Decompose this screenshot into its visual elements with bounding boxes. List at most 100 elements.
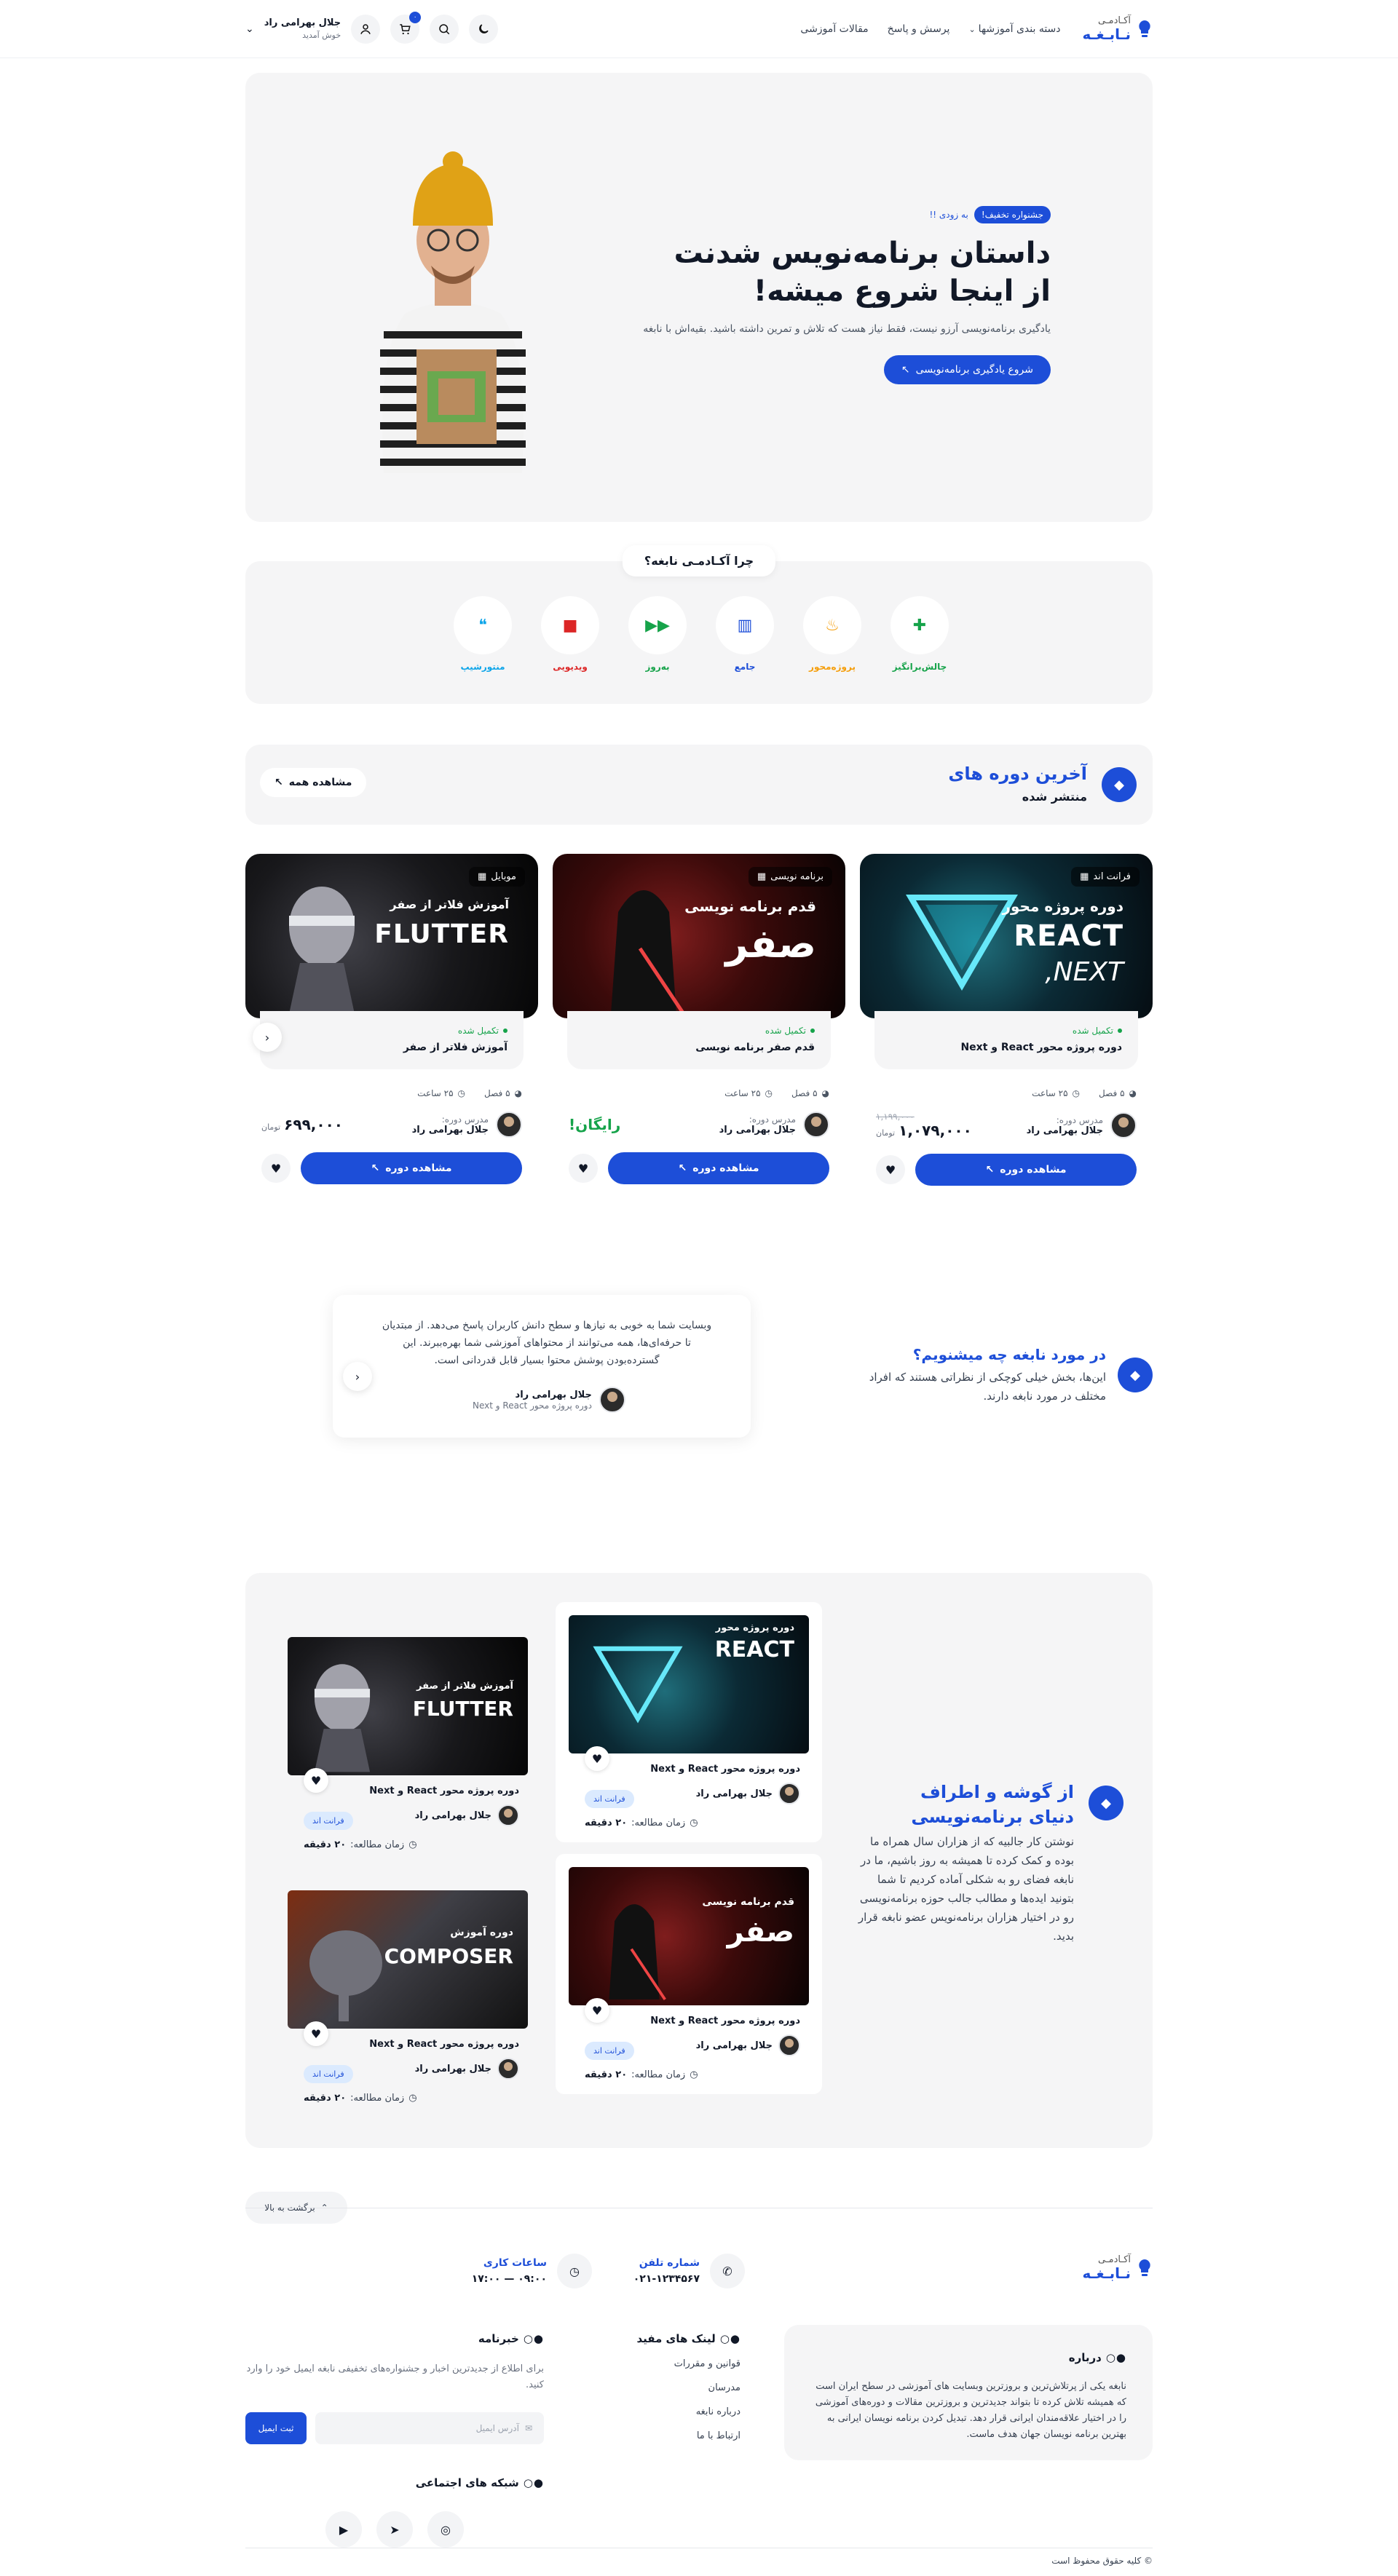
course-category-tag: موبایل ▦ [468, 867, 525, 887]
carousel-next-button[interactable]: ‹ [253, 1023, 282, 1052]
main-nav: دسته بندی آموزشها⌄ پرسش و پاسخ مقالات آم… [498, 23, 1060, 35]
search-button[interactable] [430, 15, 459, 44]
article-card[interactable]: دوره پروژه محور REACT ♥ دوره پروژه محور … [556, 1602, 822, 1842]
testimonial-next-button[interactable]: ‹ [343, 1362, 372, 1391]
heart-icon[interactable]: ♥ [261, 1154, 291, 1183]
graduation-cap-icon: ◆ [1118, 1358, 1153, 1392]
arrow-up-left-icon: ↖ [371, 1162, 380, 1174]
article-card[interactable]: دوره آموزش COMPOSER ♥ دوره پروژه محور Re… [275, 1877, 541, 2117]
footer-link[interactable]: مدرسان [558, 2382, 741, 2393]
latest-subtitle: منتشر شده [1022, 790, 1087, 804]
coming-soon-label: به زودی !! [929, 210, 968, 220]
article-category[interactable]: فرانت اند [585, 1790, 634, 1808]
feature-mentorship: ❝ منتورشیپ [454, 596, 512, 672]
view-course-button[interactable]: مشاهده دوره ↖ [915, 1154, 1137, 1186]
grid-icon: ▦ [757, 871, 767, 882]
grid-icon: ▦ [1080, 871, 1089, 882]
course-image: فرانت اند ▦ دوره پروژه محور REACT NEXT, [860, 854, 1153, 1018]
heart-icon[interactable]: ♥ [569, 1154, 598, 1183]
phone-icon: ✆ [710, 2254, 745, 2288]
status-badge: تکمیل شده [276, 1026, 508, 1036]
avatar [803, 1111, 829, 1138]
article-author: جلال بهرامی راد [414, 1810, 491, 1821]
phone-contact[interactable]: ✆ شماره تلفن ۰۲۱-۱۲۳۴۵۶۷ [633, 2254, 745, 2288]
profile-button[interactable] [351, 15, 381, 44]
clock-icon: ◷ [457, 1088, 466, 1098]
course-card[interactable]: فرانت اند ▦ دوره پروژه محور REACT NEXT, ت… [860, 854, 1153, 1186]
see-all-button[interactable]: مشاهده همه ↖ [260, 768, 367, 797]
youtube-icon[interactable]: ▶ [325, 2511, 362, 2548]
duration: ◷ ۲۵ ساعت [417, 1088, 466, 1098]
article-author: جلال بهرامی راد [695, 1788, 773, 1799]
footer-link[interactable]: ارتباط با ما [558, 2430, 741, 2441]
article-title[interactable]: دوره پروژه محور React و Next [369, 1786, 519, 1796]
logo-line2: نـابـغـه [1082, 25, 1131, 44]
article-card[interactable]: آموزش فلاتر از صفر FLUTTER ♥ دوره پروژه … [275, 1624, 541, 1864]
instagram-icon[interactable]: ◎ [427, 2511, 464, 2548]
next-logo-text: NEXT, [1045, 957, 1123, 987]
logo[interactable]: آکـادمـی نـابـغـه [1082, 15, 1153, 44]
view-course-button[interactable]: مشاهده دوره ↖ [608, 1152, 829, 1184]
hero-person-illustration [380, 151, 526, 473]
avatar [497, 1804, 519, 1826]
cart-button[interactable]: ۰ [390, 12, 422, 44]
subscribe-button[interactable]: ثبت ایمیل [245, 2412, 307, 2444]
nav-articles[interactable]: مقالات آموزشی [800, 23, 868, 35]
course-title[interactable]: دوره پروژه محور React و Next [890, 1042, 1122, 1053]
course-title[interactable]: آموزش فلاتر از صفر [276, 1042, 508, 1053]
robot-head-graphic [289, 887, 355, 1014]
telegram-icon[interactable]: ➤ [376, 2511, 413, 2548]
teacher-name: جلال بهرامی راد [411, 1124, 489, 1136]
article-title[interactable]: دوره پروژه محور React و Next [369, 2039, 519, 2050]
view-course-button[interactable]: مشاهده دوره ↖ [301, 1152, 522, 1184]
chevron-down-icon: ⌄ [968, 25, 976, 34]
article-category[interactable]: فرانت اند [304, 1812, 353, 1830]
heart-icon[interactable]: ♥ [585, 1998, 609, 2023]
discount-badge[interactable]: جشنواره تخفیف! [974, 206, 1051, 223]
clock-icon: ◷ [557, 2254, 592, 2288]
nav-categories[interactable]: دسته بندی آموزشها⌄ [968, 23, 1060, 35]
heart-icon[interactable]: ♥ [585, 1746, 609, 1771]
clock-icon: ◷ [1072, 1088, 1081, 1098]
chevron-down-icon[interactable]: ⌄ [245, 23, 254, 35]
hero-description: یادگیری برنامه‌نویسی آرزو نیست، فقط نیاز… [643, 323, 1051, 335]
chapters-icon: ◕ [821, 1088, 829, 1098]
arrow-up-left-icon: ↖ [985, 1164, 995, 1176]
reading-time: ◷ زمان مطالعه: ۲۰ دقیقه [585, 1818, 698, 1828]
course-category-tag: فرانت اند ▦ [1071, 867, 1140, 887]
heart-icon[interactable]: ♥ [304, 2021, 328, 2046]
chapters: ◕ ۵ فصل [484, 1088, 522, 1098]
article-card[interactable]: قدم برنامه نویسی صفر ♥ دوره پروژه محور R… [556, 1854, 822, 2094]
testimonial-card: وبسایت شما به خوبی به نیازها و سطح دانش … [333, 1295, 751, 1438]
course-card[interactable]: برنامه نویسی ▦ قدم برنامه نویسی صفر تکمیل… [553, 854, 845, 1186]
article-category[interactable]: فرانت اند [585, 2042, 634, 2060]
reading-time: ◷ زمان مطالعه: ۲۰ دقیقه [585, 2069, 698, 2080]
user-icon [360, 24, 371, 34]
free-price: رایگان! [569, 1116, 621, 1133]
articles-title: از گوشه و اطراف دنیای برنامه‌نویسی [911, 1782, 1074, 1827]
footer-link[interactable]: قوانین و مقررات [558, 2358, 741, 2369]
article-title[interactable]: دوره پروژه محور React و Next [650, 1764, 800, 1775]
course-title[interactable]: قدم صفر برنامه نویسی [583, 1042, 815, 1053]
heart-icon[interactable]: ♥ [876, 1155, 905, 1184]
old-price: ۱,۱۹۹,۰۰۰ [876, 1111, 915, 1122]
avatar [599, 1387, 625, 1413]
arrow-up-left-icon: ↖ [678, 1162, 687, 1174]
article-title[interactable]: دوره پروژه محور React و Next [650, 2016, 800, 2026]
moon-icon [479, 24, 489, 33]
article-category[interactable]: فرانت اند [304, 2065, 353, 2083]
article-author: جلال بهرامی راد [414, 2063, 491, 2074]
footer-logo[interactable]: آکـادمـی نـابـغـه [1083, 2254, 1153, 2281]
article-image: قدم برنامه نویسی صفر [569, 1867, 809, 2005]
course-card[interactable]: موبایل ▦ آموزش فلاتر از صفر FLUTTER تکمیل… [245, 854, 538, 1186]
email-field[interactable]: ✉ آدرس ایمیل [315, 2412, 544, 2444]
theme-toggle-button[interactable] [469, 15, 499, 44]
heart-icon[interactable]: ♥ [304, 1768, 328, 1793]
start-learning-button[interactable]: شروع یادگیری برنامه‌نویسی ↖ [883, 355, 1051, 384]
teacher-name: جلال بهرامی راد [719, 1124, 796, 1136]
copyright: © کلیه حقوق محفوظ است [1051, 2556, 1153, 2566]
logo-line1: آکـادمـی [1098, 15, 1131, 26]
nav-qa[interactable]: پرسش و پاسخ [888, 23, 950, 35]
footer-link[interactable]: درباره نابغه [558, 2406, 741, 2417]
user-menu[interactable]: جلال بهرامی راد خوش آمدید [264, 17, 341, 41]
